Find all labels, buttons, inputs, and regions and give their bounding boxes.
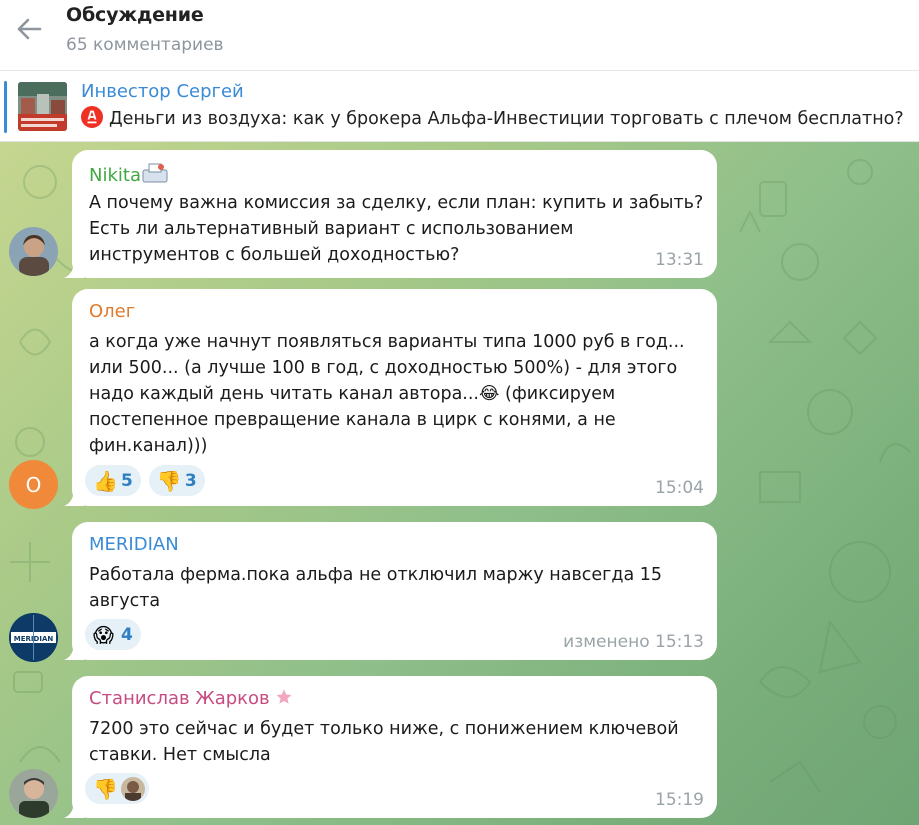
reaction-count: 3	[184, 470, 197, 491]
scream-face-icon: 😱	[93, 622, 114, 647]
author-name: Nikita	[89, 165, 141, 186]
reaction-thumbs-down[interactable]: 👎	[85, 773, 149, 804]
comment-time: изменено 15:13	[563, 632, 704, 652]
reactions-row: 👎	[85, 773, 149, 804]
pinned-accent-bar	[4, 81, 7, 133]
mailbox-emoji-icon	[141, 162, 169, 184]
avatar[interactable]	[9, 769, 58, 818]
post-text-line: Деньги из воздуха: как у брокера Альфа-И…	[81, 106, 904, 129]
comment-text: а когда уже начнут появляться варианты т…	[89, 332, 685, 456]
comment-author[interactable]: Nikita	[89, 162, 169, 186]
bubble-tail	[64, 488, 84, 506]
post-thumbnail	[18, 82, 67, 131]
reactor-avatar	[121, 776, 145, 801]
avatar[interactable]	[9, 227, 58, 276]
thumbs-up-icon: 👍	[93, 468, 118, 493]
avatar[interactable]: О	[9, 460, 58, 509]
author-name: Станислав Жарков	[89, 688, 270, 709]
comment-author[interactable]: Олег	[89, 301, 135, 322]
chat-area[interactable]: Nikita А почему важна комиссия за сделку…	[0, 142, 919, 825]
comment-author[interactable]: MERIDIAN	[89, 534, 179, 555]
comment-bubble[interactable]: MERIDIAN Работала ферма.пока альфа не от…	[64, 522, 717, 660]
comment-bubble[interactable]: Nikita А почему важна комиссия за сделку…	[64, 150, 717, 278]
original-post-bar[interactable]: Инвестор Сергей Деньги из воздуха: как у…	[0, 70, 919, 142]
star-icon	[275, 688, 293, 706]
back-arrow-icon[interactable]	[14, 14, 44, 44]
comment-bubble[interactable]: Олег а когда уже начнут появляться вариа…	[64, 289, 717, 506]
bubble-tail	[64, 642, 84, 660]
avatar-letter: О	[25, 472, 42, 497]
avatar[interactable]: MERIDIAN	[9, 613, 58, 662]
bubble-tail	[64, 800, 84, 818]
thumbs-down-icon: 👎	[156, 468, 182, 493]
post-author: Инвестор Сергей	[81, 81, 244, 102]
alfa-bank-icon	[81, 106, 103, 128]
comment-text: 7200 это сейчас и будет только ниже, с п…	[89, 719, 679, 765]
comment-time: 13:31	[655, 250, 704, 270]
comment-bubble[interactable]: Станислав Жарков 7200 это сейчас и будет…	[64, 676, 717, 818]
reaction-count: 4	[121, 624, 133, 645]
comment-time: 15:04	[655, 478, 704, 498]
comment-text: Работала ферма.пока альфа не отключил ма…	[89, 565, 663, 611]
reaction-thumbs-up[interactable]: 👍 5	[85, 465, 141, 496]
comment-time: 15:19	[655, 790, 704, 810]
post-text: Деньги из воздуха: как у брокера Альфа-И…	[109, 109, 904, 129]
bubble-tail	[64, 260, 84, 278]
comment-count: 65 комментариев	[66, 35, 224, 55]
comment-text: А почему важна комиссия за сделку, если …	[89, 193, 704, 265]
page-title: Обсуждение	[66, 4, 204, 26]
chat-header: Обсуждение 65 комментариев	[0, 0, 919, 70]
reactions-row: 😱 4	[85, 619, 141, 650]
thumbs-down-icon: 👎	[93, 776, 118, 801]
reaction-count: 5	[121, 470, 133, 491]
reaction-thumbs-down[interactable]: 👎 3	[148, 465, 205, 496]
comment-author[interactable]: Станислав Жарков	[89, 688, 293, 709]
reaction-scream[interactable]: 😱 4	[85, 619, 141, 650]
reactions-row: 👍 5 👎 3	[85, 465, 205, 496]
